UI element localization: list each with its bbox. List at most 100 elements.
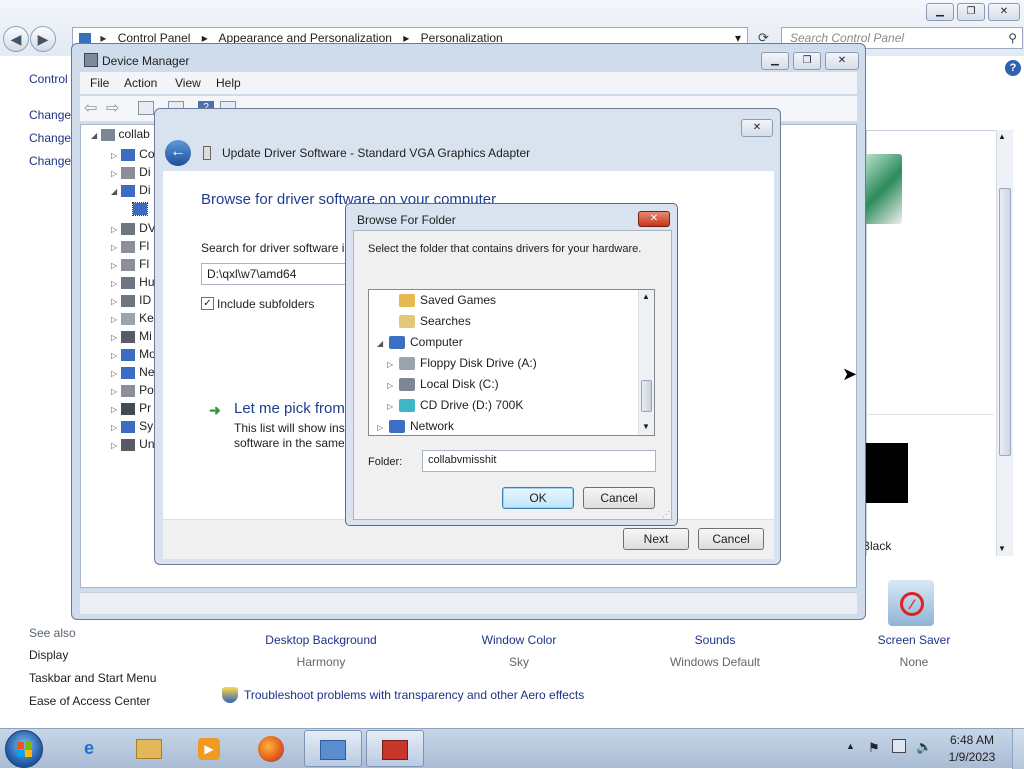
- expand-icon[interactable]: ▷: [377, 423, 389, 432]
- expand-icon[interactable]: ◢: [111, 187, 117, 196]
- sidebar-title[interactable]: Control: [29, 72, 68, 86]
- show-hidden-icons[interactable]: ▲: [846, 741, 855, 751]
- device-category-item[interactable]: ▷ Ke: [111, 311, 154, 325]
- maximize-button[interactable]: ❐: [957, 3, 985, 21]
- expand-icon[interactable]: ▷: [111, 261, 117, 270]
- expand-icon[interactable]: ▷: [111, 423, 117, 432]
- troubleshoot-link[interactable]: Troubleshoot problems with transparency …: [244, 688, 584, 702]
- expand-icon[interactable]: ▷: [111, 351, 117, 360]
- control-panel-taskbar-button[interactable]: [304, 730, 362, 767]
- desktop-background-item[interactable]: Desktop Background Harmony: [246, 633, 396, 669]
- folder-tree-item[interactable]: Saved Games: [387, 293, 496, 308]
- expand-icon[interactable]: ▷: [111, 151, 117, 160]
- expand-icon[interactable]: ▷: [387, 402, 399, 411]
- next-button[interactable]: Next: [623, 528, 689, 550]
- folder-tree-item[interactable]: ▷ Local Disk (C:): [387, 377, 499, 392]
- action-center-flag-icon[interactable]: ⚑: [868, 740, 880, 756]
- expand-icon[interactable]: ▷: [111, 369, 117, 378]
- menu-file[interactable]: File: [90, 76, 109, 90]
- device-category-item[interactable]: ▷ Di: [111, 165, 151, 179]
- properties-icon[interactable]: [138, 101, 154, 115]
- back-icon[interactable]: ⇦: [84, 98, 97, 118]
- folder-tree-item[interactable]: ▷ Network: [377, 419, 454, 434]
- folder-tree-item[interactable]: Searches: [387, 314, 471, 329]
- scrollbar-thumb[interactable]: [641, 380, 652, 412]
- expand-icon[interactable]: ▷: [111, 405, 117, 414]
- resize-grip-icon[interactable]: ⋰: [662, 510, 670, 519]
- cancel-button[interactable]: Cancel: [698, 528, 764, 550]
- back-icon[interactable]: ◀: [3, 26, 29, 52]
- expand-icon[interactable]: ▷: [111, 279, 117, 288]
- network-icon[interactable]: [892, 739, 906, 753]
- maximize-button[interactable]: ❐: [793, 52, 821, 70]
- clock-date[interactable]: 1/9/2023: [942, 750, 1002, 764]
- ok-button[interactable]: OK: [502, 487, 574, 509]
- device-category-item[interactable]: ▷ DV: [111, 221, 156, 235]
- help-icon[interactable]: ?: [1005, 60, 1021, 76]
- scrollbar-thumb[interactable]: [999, 188, 1011, 456]
- internet-explorer-icon[interactable]: e: [60, 730, 118, 767]
- volume-muted-icon[interactable]: 🔈: [916, 739, 932, 755]
- expand-icon[interactable]: ◢: [91, 131, 97, 140]
- forward-icon[interactable]: ⇨: [106, 98, 119, 118]
- sidebar-link[interactable]: Change: [29, 154, 71, 168]
- menu-view[interactable]: View: [175, 76, 201, 90]
- close-button[interactable]: ✕: [638, 211, 670, 227]
- media-player-icon[interactable]: ▶: [180, 730, 238, 767]
- driver-path-input[interactable]: D:\qxl\w7\amd64: [201, 263, 351, 285]
- forward-icon[interactable]: ▶: [30, 26, 56, 52]
- scroll-down-icon[interactable]: ▼: [998, 544, 1006, 553]
- see-also-display[interactable]: Display: [29, 648, 68, 662]
- show-desktop-button[interactable]: [1012, 729, 1024, 769]
- search-icon[interactable]: ⚲: [1008, 28, 1017, 48]
- start-button[interactable]: [5, 730, 43, 768]
- menu-help[interactable]: Help: [216, 76, 241, 90]
- explorer-folder-icon[interactable]: [120, 730, 178, 767]
- device-category-item[interactable]: ▷ Mi: [111, 329, 152, 343]
- window-color-item[interactable]: Window Color Sky: [444, 633, 594, 669]
- expand-icon[interactable]: ▷: [387, 381, 399, 390]
- device-category-item[interactable]: ▷ ID: [111, 293, 151, 307]
- minimize-button[interactable]: ▁: [761, 52, 789, 70]
- device-category-item[interactable]: ▷ Hu: [111, 275, 155, 289]
- device-category-item[interactable]: ▷ Un: [111, 437, 155, 451]
- expand-icon[interactable]: ▷: [111, 441, 117, 450]
- screen-saver-item[interactable]: Screen Saver None: [839, 633, 989, 669]
- minimize-button[interactable]: ▁: [926, 3, 954, 21]
- device-category-item[interactable]: ◢ Di: [111, 183, 151, 197]
- expand-icon[interactable]: ▷: [387, 360, 399, 369]
- expand-icon[interactable]: ▷: [111, 387, 117, 396]
- include-subfolders-checkbox[interactable]: ✓: [201, 297, 214, 310]
- device-manager-taskbar-button[interactable]: [366, 730, 424, 767]
- clock-time[interactable]: 6:48 AM: [942, 733, 1002, 747]
- expand-icon[interactable]: ▷: [111, 169, 117, 178]
- folder-input[interactable]: collabvmisshit: [422, 450, 656, 472]
- scroll-up-icon[interactable]: ▲: [642, 292, 650, 301]
- device-category-item[interactable]: ▷ Sy: [111, 419, 153, 433]
- close-button[interactable]: ✕: [988, 3, 1020, 21]
- device-category-item[interactable]: ▷ Ne: [111, 365, 155, 379]
- scrollbar[interactable]: ▲ ▼: [638, 290, 654, 435]
- expand-icon[interactable]: ▷: [111, 333, 117, 342]
- expand-icon[interactable]: ▷: [111, 297, 117, 306]
- menu-action[interactable]: Action: [124, 76, 157, 90]
- device-category-item[interactable]: ▷ Fl: [111, 257, 149, 271]
- expand-icon[interactable]: ▷: [111, 243, 117, 252]
- folder-tree-item[interactable]: ▷ Floppy Disk Drive (A:): [387, 356, 537, 371]
- folder-tree-item[interactable]: ▷ CD Drive (D:) 700K: [387, 398, 523, 413]
- expand-icon[interactable]: ▷: [111, 225, 117, 234]
- device-category-item[interactable]: ▷ Fl: [111, 239, 149, 253]
- sidebar-link[interactable]: Change: [29, 108, 71, 122]
- sidebar-link[interactable]: Change: [29, 131, 71, 145]
- device-category-item[interactable]: ▷ Mo: [111, 347, 156, 361]
- theme-thumbnail-black[interactable]: [866, 443, 908, 503]
- scroll-down-icon[interactable]: ▼: [642, 422, 650, 431]
- theme-thumbnail[interactable]: [864, 154, 902, 224]
- see-also-ease-of-access[interactable]: Ease of Access Center: [29, 694, 150, 708]
- expand-icon[interactable]: ◢: [377, 339, 389, 348]
- device-category-item[interactable]: ▷ Pr: [111, 401, 151, 415]
- close-button[interactable]: ✕: [825, 52, 859, 70]
- scrollbar[interactable]: ▲ ▼: [996, 130, 1013, 556]
- device-category-item[interactable]: ▷ Co: [111, 147, 155, 161]
- firefox-icon[interactable]: [242, 730, 300, 767]
